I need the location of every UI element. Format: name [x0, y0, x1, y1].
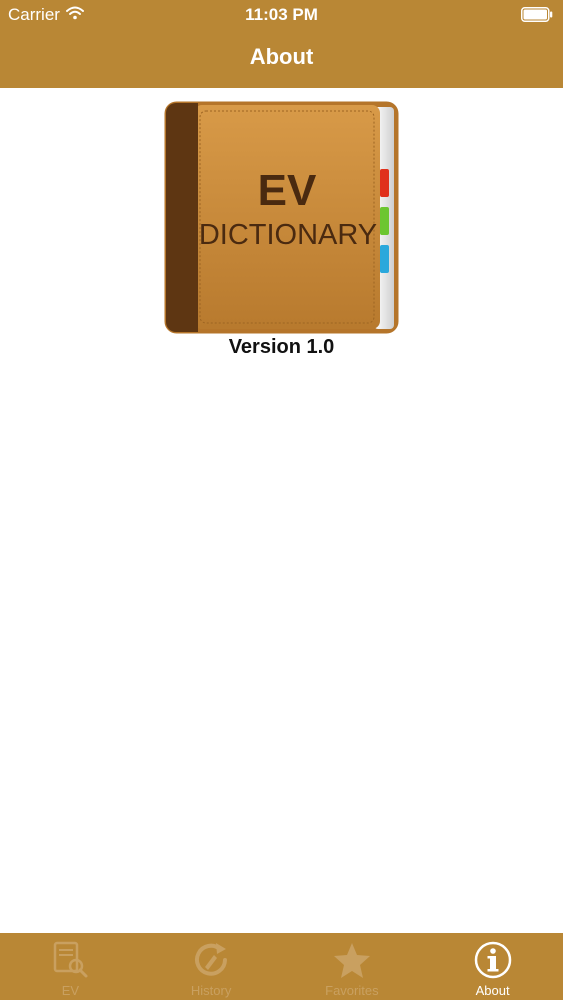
battery-icon: [521, 7, 553, 22]
app-logo: EV DICTIONARY: [164, 101, 399, 334]
tab-ev-label: EV: [61, 983, 80, 998]
page-title: About: [249, 44, 314, 69]
tab-favorites-label: Favorites: [325, 983, 379, 998]
tab-bar: EV History Favorites About: [0, 933, 563, 1000]
tab-ev[interactable]: EV: [0, 933, 141, 1000]
status-time: 11:03 PM: [245, 5, 318, 24]
history-icon: [195, 943, 228, 976]
info-icon: [474, 941, 511, 979]
about-screen: Carrier 11:03 PM About EV DICTIONARY Ver…: [0, 0, 563, 1000]
tab-about-label: About: [475, 983, 510, 998]
tab-favorites[interactable]: Favorites: [282, 933, 423, 1000]
top-bar: Carrier 11:03 PM About: [0, 0, 563, 88]
dictionary-search-icon: [54, 941, 88, 978]
star-icon: [333, 943, 370, 978]
logo-text-ev: EV: [258, 166, 317, 215]
tab-history-label: History: [190, 983, 232, 998]
version-label: Version 1.0: [228, 336, 335, 358]
tab-about[interactable]: About: [422, 933, 563, 1000]
logo-text-dictionary: DICTIONARY: [199, 219, 377, 251]
status-bar: Carrier 11:03 PM: [0, 0, 563, 30]
tab-history[interactable]: History: [141, 933, 282, 1000]
